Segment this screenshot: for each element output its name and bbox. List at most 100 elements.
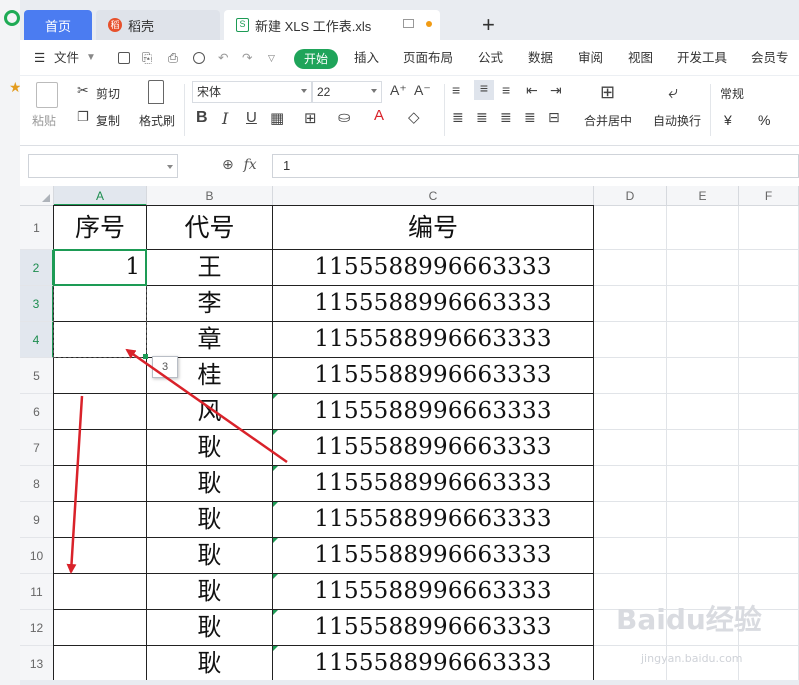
cell-a10[interactable]	[54, 538, 146, 573]
cell-a12[interactable]	[54, 610, 146, 645]
row-header-11[interactable]: 11	[20, 574, 54, 610]
row-header-1[interactable]: 1	[20, 206, 54, 250]
tab-home[interactable]: 首页	[24, 10, 92, 40]
font-size-select[interactable]: 22	[312, 81, 382, 103]
column-header-b[interactable]: B	[147, 186, 273, 206]
cell-b2[interactable]: 王	[147, 250, 272, 285]
cell-b4[interactable]: 章	[147, 322, 272, 357]
cell-c13[interactable]: 1155588996663333	[273, 646, 593, 681]
wrap-text-icon[interactable]: ⤶	[668, 82, 678, 103]
align-right-icon[interactable]: ≣	[500, 109, 512, 126]
cell-c4[interactable]: 1155588996663333	[273, 322, 593, 357]
header-cell-b[interactable]: 代号	[147, 206, 272, 249]
copy-button[interactable]: 复制	[96, 112, 120, 129]
fill-color-icon[interactable]: ⛀	[338, 108, 351, 126]
cell-c8[interactable]: 1155588996663333	[273, 466, 593, 501]
menu-developer[interactable]: 开发工具	[677, 40, 727, 76]
increase-font-icon[interactable]: A⁺	[390, 82, 407, 99]
decrease-font-icon[interactable]: A⁻	[414, 82, 431, 99]
border-icon[interactable]: ▦	[270, 109, 284, 127]
paste-button[interactable]: 粘贴	[32, 112, 56, 129]
cut-button[interactable]: 剪切	[96, 85, 120, 102]
undo-icon[interactable]: ↶	[218, 40, 228, 76]
menu-data[interactable]: 数据	[528, 40, 553, 76]
cell-c7[interactable]: 1155588996663333	[273, 430, 593, 465]
justify-icon[interactable]: ≣	[524, 109, 536, 126]
column-header-a[interactable]: A	[54, 186, 147, 206]
tab-file[interactable]: S 新建 XLS 工作表.xls	[224, 10, 440, 40]
wrap-text-button[interactable]: 自动换行	[653, 112, 701, 129]
menu-view[interactable]: 视图	[628, 40, 653, 76]
header-cell-c[interactable]: 编号	[273, 206, 593, 249]
cell-a7[interactable]	[54, 430, 146, 465]
fill-handle[interactable]	[143, 354, 148, 359]
menu-member[interactable]: 会员专享	[751, 40, 799, 101]
cell-c2[interactable]: 1155588996663333	[273, 250, 593, 285]
cell-a8[interactable]	[54, 466, 146, 501]
cell-style-icon[interactable]: ⊞	[304, 109, 317, 127]
align-left-icon[interactable]: ≣	[452, 109, 464, 126]
format-painter-button[interactable]: 格式刷	[139, 112, 175, 129]
tab-daoke[interactable]: 稻稻壳	[96, 10, 220, 40]
cell-b3[interactable]: 李	[147, 286, 272, 321]
cell-c12[interactable]: 1155588996663333	[273, 610, 593, 645]
column-header-c[interactable]: C	[273, 186, 594, 206]
print-icon[interactable]: ⎙	[168, 40, 178, 76]
number-format-select[interactable]: 常规	[720, 85, 744, 102]
bold-icon[interactable]: B	[196, 109, 208, 127]
row-header-3[interactable]: 3	[20, 286, 54, 322]
fx-icon[interactable]: fx	[244, 157, 257, 173]
cell-b6[interactable]: 风	[147, 394, 272, 429]
currency-button[interactable]: ¥	[724, 112, 732, 128]
cell-b9[interactable]: 耿	[147, 502, 272, 537]
row-header-4[interactable]: 4	[20, 322, 54, 358]
align-center-icon[interactable]: ≣	[476, 109, 488, 126]
cell-c11[interactable]: 1155588996663333	[273, 574, 593, 609]
formula-input[interactable]: 1	[272, 154, 799, 178]
row-header-5[interactable]: 5	[20, 358, 54, 394]
menu-insert[interactable]: 插入	[354, 40, 379, 76]
row-header-2[interactable]: 2	[20, 250, 54, 286]
header-cell-a[interactable]: 序号	[54, 206, 146, 249]
cell-a9[interactable]	[54, 502, 146, 537]
save-icon[interactable]	[118, 52, 130, 64]
cell-b12[interactable]: 耿	[147, 610, 272, 645]
cell-c9[interactable]: 1155588996663333	[273, 502, 593, 537]
percent-button[interactable]: %	[758, 112, 770, 128]
row-header-12[interactable]: 12	[20, 610, 54, 646]
cell-c6[interactable]: 1155588996663333	[273, 394, 593, 429]
chevron-down-icon[interactable]: ▼	[86, 40, 96, 76]
cell-a6[interactable]	[54, 394, 146, 429]
quick-access-dropdown-icon[interactable]: ▽	[268, 40, 275, 76]
monitor-icon[interactable]	[403, 19, 414, 28]
menu-file[interactable]: 文件	[54, 40, 79, 76]
zoom-icon[interactable]: ⊕	[222, 156, 234, 172]
distributed-align-icon[interactable]: ⊟	[548, 109, 560, 126]
indent-decrease-icon[interactable]: ⇤	[526, 82, 538, 99]
paste-icon[interactable]	[36, 82, 58, 108]
cell-c5[interactable]: 1155588996663333	[273, 358, 593, 393]
name-box[interactable]	[28, 154, 178, 178]
cell-b7[interactable]: 耿	[147, 430, 272, 465]
align-top-icon[interactable]: ≡	[452, 82, 460, 98]
cell-a13[interactable]	[54, 646, 146, 681]
column-header-e[interactable]: E	[667, 186, 739, 206]
cell-c3[interactable]: 1155588996663333	[273, 286, 593, 321]
cell-b13[interactable]: 耿	[147, 646, 272, 681]
scissors-icon[interactable]: ✂	[77, 82, 89, 99]
font-name-select[interactable]: 宋体	[192, 81, 312, 103]
merge-center-button[interactable]: 合并居中	[584, 112, 632, 129]
cell-a11[interactable]	[54, 574, 146, 609]
column-header-d[interactable]: D	[594, 186, 667, 206]
menu-formula[interactable]: 公式	[478, 40, 503, 76]
align-middle-icon[interactable]: ≡	[474, 80, 494, 100]
active-cell-a2[interactable]	[53, 249, 147, 286]
italic-icon[interactable]: I	[222, 109, 228, 128]
row-header-8[interactable]: 8	[20, 466, 54, 502]
underline-icon[interactable]: U	[246, 109, 257, 126]
export-pdf-icon[interactable]: ⎘	[142, 40, 152, 76]
hamburger-icon[interactable]: ☰	[34, 40, 45, 76]
cell-b8[interactable]: 耿	[147, 466, 272, 501]
row-header-6[interactable]: 6	[20, 394, 54, 430]
merge-center-icon[interactable]: ⊞	[600, 82, 615, 103]
